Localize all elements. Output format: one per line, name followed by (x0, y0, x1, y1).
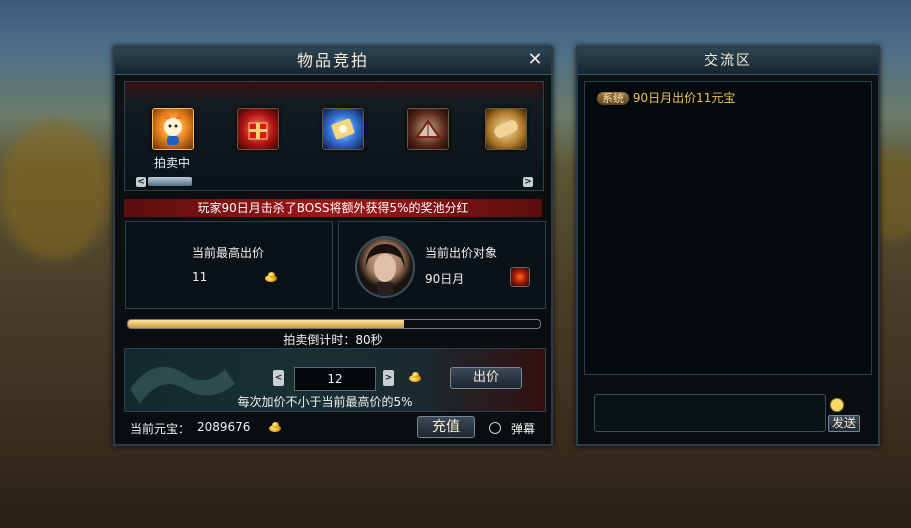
close-icon[interactable]: ✕ (525, 50, 545, 70)
chat-panel: 交流区 系统 90日月出价11元宝 发送 (576, 46, 880, 446)
send-button[interactable]: 发送 (828, 415, 860, 432)
balance-value: 2089676 (197, 420, 251, 434)
bidder-label: 当前出价对象 (425, 246, 498, 260)
background-tree (0, 120, 110, 260)
yuanbao-coin-icon (409, 372, 421, 384)
recharge-button-label: 充值 (432, 419, 460, 435)
highest-bid-value: 11 (192, 270, 208, 284)
countdown-progress-fill (128, 320, 405, 328)
auction-title: 物品竞拍 (296, 51, 369, 70)
send-button-label: 发送 (831, 416, 856, 430)
bidder-name: 90日月 (425, 272, 465, 286)
red-gift-box-icon (248, 122, 268, 140)
yuanbao-coin-icon (269, 422, 281, 434)
bid-button-label: 出价 (472, 370, 499, 385)
recharge-button[interactable]: 充值 (417, 416, 475, 438)
auction-title-bar: 物品竞拍 (115, 48, 551, 75)
bid-decrease-button[interactable]: < (273, 370, 284, 386)
bid-rule-text: 每次加价不小于当前最高价的5% (237, 395, 413, 409)
bid-area: < 12 > 出价 每次加价不小于当前最高价的5% (124, 348, 546, 412)
auction-item-glowing-scroll[interactable] (322, 108, 364, 150)
notice-bar: 玩家90日月击杀了BOSS将额外获得5%的奖池分红 (124, 199, 542, 217)
chat-message: 系统 90日月出价11元宝 (597, 89, 735, 106)
highest-bid-label: 当前最高出价 (192, 246, 265, 260)
fox-mascot-icon (163, 111, 183, 145)
barrage-label: 弹幕 (511, 422, 536, 436)
system-tag-badge: 系统 (597, 92, 629, 105)
countdown-text: 拍卖倒计时：80秒 (283, 333, 383, 347)
countdown-progress-bar (127, 319, 541, 329)
bid-button[interactable]: 出价 (450, 367, 522, 389)
glowing-scroll-icon (331, 118, 355, 140)
bid-amount-input[interactable]: 12 (294, 367, 376, 391)
auction-item-book[interactable] (407, 108, 449, 150)
carousel-prev-button[interactable]: < (136, 177, 146, 187)
item-carousel: 拍卖中 < > (124, 81, 544, 191)
parchment-scroll-icon (494, 120, 518, 138)
current-bidder-box: 当前出价对象 90日月 (338, 221, 546, 309)
emoji-icon[interactable] (830, 398, 844, 412)
yuanbao-coin-icon (265, 272, 277, 284)
notice-text: 玩家90日月击杀了BOSS将额外获得5%的奖池分红 (197, 201, 469, 215)
bid-amount-value: 12 (327, 372, 343, 386)
barrage-radio[interactable] (489, 422, 501, 434)
item-status-label: 拍卖中 (153, 156, 190, 170)
carousel-next-button[interactable]: > (523, 177, 533, 187)
balance-label: 当前元宝： (130, 422, 191, 436)
carousel-scrollbar[interactable] (148, 177, 192, 186)
bidder-badge-icon (510, 267, 530, 287)
auction-item-parchment[interactable] (485, 108, 527, 150)
chat-message-text: 90日月出价11元宝 (632, 91, 736, 105)
auction-item-fox[interactable] (152, 108, 194, 150)
bidder-avatar (355, 236, 415, 298)
highest-bid-box: 当前最高出价 11 (125, 221, 333, 309)
chat-message-area: 系统 90日月出价11元宝 (584, 81, 872, 375)
red-book-icon (415, 119, 441, 138)
auction-panel: 物品竞拍 ✕ 拍卖中 < > 玩家90日月击杀了BOSS将额外获得5%的奖池分红… (113, 46, 553, 446)
bid-increase-button[interactable]: > (383, 370, 394, 386)
chat-input-field[interactable] (594, 394, 826, 432)
auction-item-gift[interactable] (237, 108, 279, 150)
chat-title: 交流区 (704, 53, 752, 69)
chat-title-bar: 交流区 (578, 48, 878, 75)
character-portrait-icon (365, 244, 405, 296)
